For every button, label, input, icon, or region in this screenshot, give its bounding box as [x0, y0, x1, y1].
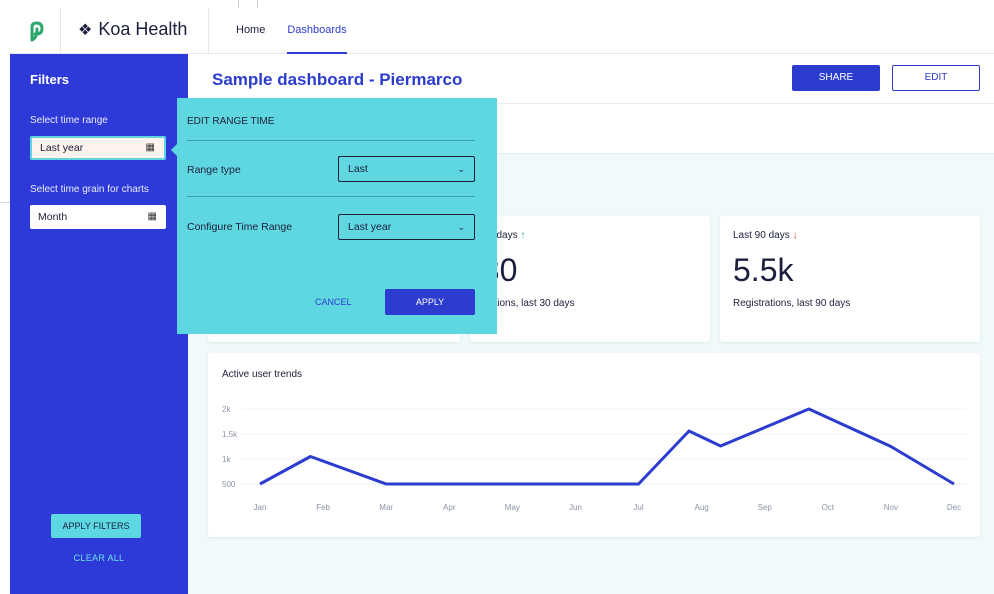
chevron-down-icon: ⌄ — [457, 222, 465, 232]
popover-title: EDIT RANGE TIME — [187, 116, 275, 127]
page-title: Sample dashboard - Piermarco — [212, 70, 463, 89]
calendar-icon: ▦ — [147, 211, 157, 222]
time-grain-input[interactable]: Month ▦ — [30, 205, 166, 229]
brand-divider — [208, 8, 209, 54]
time-grain-value: Month — [38, 211, 68, 223]
dashboard-header: Sample dashboard - Piermarco SHARE EDIT — [188, 54, 994, 104]
apply-filters-button[interactable]: APPLY FILTERS — [51, 514, 141, 538]
top-nav: Home Dashboards — [236, 8, 347, 54]
x-tick-label: Feb — [316, 503, 330, 512]
edit-range-popover: EDIT RANGE TIME Range type Last ⌄ Config… — [177, 98, 497, 334]
range-type-select[interactable]: Last ⌄ — [338, 156, 475, 182]
x-tick-label: May — [505, 503, 520, 512]
kpi-header: Last 90 days ↓ — [733, 230, 798, 241]
x-tick-label: Jan — [254, 503, 267, 512]
cancel-button[interactable]: CANCEL — [315, 297, 352, 307]
configure-range-value: Last year — [348, 221, 392, 233]
range-type-label: Range type — [187, 164, 241, 176]
time-range-value: Last year — [40, 142, 84, 154]
configure-range-label: Configure Time Range — [187, 221, 293, 233]
logo-divider — [60, 8, 61, 54]
window-edge — [238, 0, 258, 8]
nav-home[interactable]: Home — [236, 8, 265, 54]
background-divider — [0, 202, 10, 203]
chevron-down-icon: ⌄ — [457, 164, 465, 174]
time-range-input[interactable]: Last year ▦ — [30, 136, 166, 160]
configure-range-select[interactable]: Last year ⌄ — [338, 214, 475, 240]
calendar-icon: ▦ — [145, 142, 155, 153]
time-grain-label: Select time grain for charts — [30, 184, 149, 195]
time-range-label: Select time range — [30, 115, 108, 126]
x-tick-label: Nov — [884, 503, 898, 512]
filters-title: Filters — [30, 72, 70, 87]
filters-sidebar: Filters Select time range Last year ▦ Se… — [10, 54, 188, 594]
x-tick-label: Mar — [379, 503, 393, 512]
popover-divider — [187, 140, 475, 141]
trend-down-icon: ↓ — [792, 230, 798, 241]
x-tick-label: Jul — [633, 503, 643, 512]
brand[interactable]: ❖ Koa Health — [78, 19, 187, 40]
range-type-value: Last — [348, 163, 368, 175]
x-tick-label: Oct — [822, 503, 835, 512]
y-tick-label: 2k — [222, 405, 231, 414]
app-logo-icon[interactable] — [24, 18, 50, 44]
x-tick-label: Sep — [758, 503, 773, 512]
apply-button[interactable]: APPLY — [385, 289, 475, 315]
kpi-card-90-days: Last 90 days ↓ 5.5k Registrations, last … — [720, 216, 980, 342]
app-header: ❖ Koa Health Home Dashboards — [10, 8, 994, 54]
x-tick-label: Aug — [695, 503, 709, 512]
x-tick-label: Apr — [443, 503, 456, 512]
trend-up-icon: ↑ — [520, 230, 526, 241]
y-tick-label: 1k — [222, 455, 231, 464]
popover-divider — [187, 196, 475, 197]
x-tick-label: Dec — [947, 503, 961, 512]
kpi-subtitle: Registrations, last 90 days — [733, 298, 851, 309]
x-tick-label: Jun — [569, 503, 582, 512]
clear-all-link[interactable]: CLEAR ALL — [10, 553, 188, 563]
y-tick-label: 1.5k — [222, 430, 238, 439]
line-chart: 2k 1.5k 1k 500 Jan Feb Mar Apr May Jun Jul Aug Sep Oc… — [222, 405, 966, 512]
kpi-header-text: Last 90 days — [733, 230, 790, 241]
koa-logo-icon: ❖ — [78, 21, 93, 39]
series-line[interactable] — [259, 407, 955, 486]
edit-button[interactable]: EDIT — [892, 65, 980, 91]
chart-card: Active user trends 2k 1.5k 1k 500 Jan Feb Mar A… — [208, 353, 980, 537]
brand-name: Koa Health — [98, 19, 188, 39]
y-tick-label: 500 — [222, 480, 236, 489]
background-strip — [0, 0, 10, 594]
share-button[interactable]: SHARE — [792, 65, 880, 91]
kpi-value: 5.5k — [733, 252, 794, 288]
kpi-card-30-days: st 30 days ↑ 730 gistrations, last 30 da… — [470, 216, 710, 342]
nav-dashboards[interactable]: Dashboards — [287, 8, 347, 54]
